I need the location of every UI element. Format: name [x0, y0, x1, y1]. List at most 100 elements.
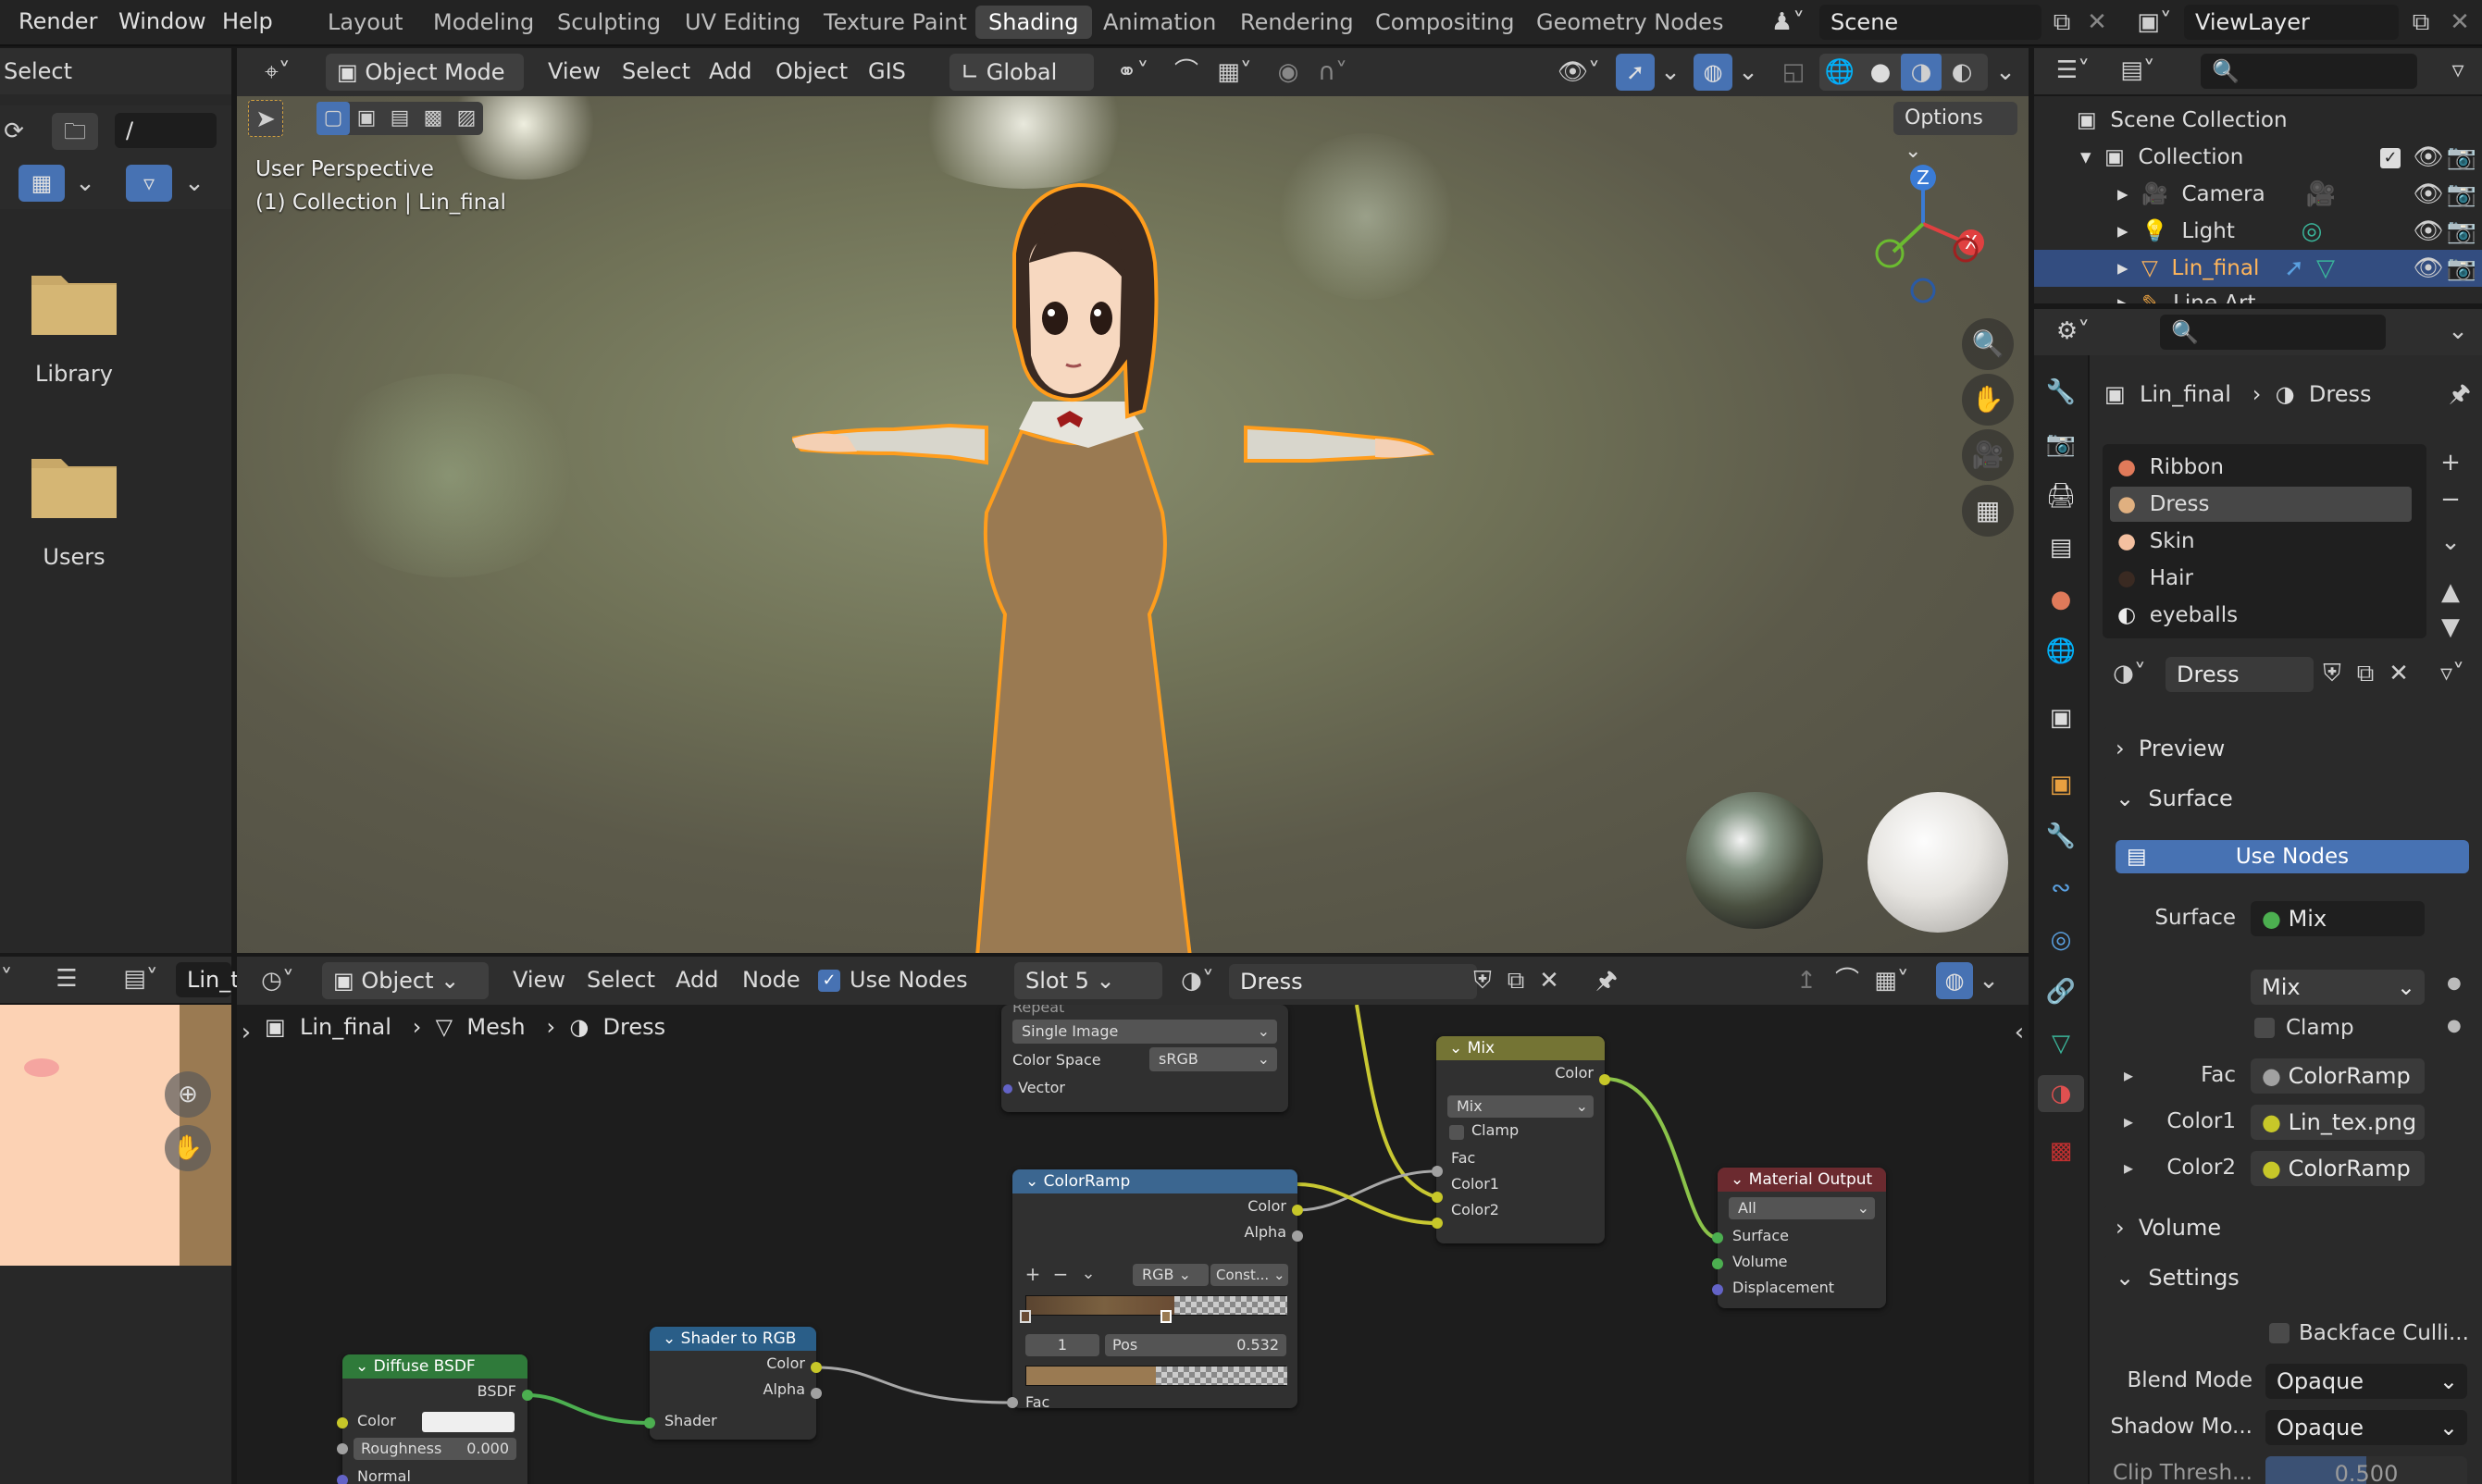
tab-animation[interactable]: Animation [1090, 6, 1229, 39]
slot-item[interactable]: ◐ eyeballs [2110, 598, 2412, 633]
delete-viewlayer-icon[interactable]: ✕ [2441, 4, 2478, 41]
blend-type-dropdown[interactable]: Mix ⌄ [1447, 1095, 1594, 1118]
mix-fac-socket[interactable] [1432, 1166, 1443, 1177]
eye-icon[interactable]: 👁 [2412, 213, 2445, 250]
backface-culling-checkbox[interactable] [2269, 1323, 2290, 1343]
wireframe-shading-icon[interactable]: 🌐 [1819, 54, 1860, 91]
orientation-dropdown[interactable]: ∟ Global ⌄ [949, 54, 1094, 122]
menu-view[interactable]: View [548, 48, 601, 94]
menu-render[interactable]: Render [19, 0, 97, 43]
folder-users[interactable]: Users [28, 450, 120, 570]
scene-selector-icon[interactable]: ♟˅ [1762, 4, 1814, 41]
perspective-grid-icon[interactable]: ▦ [1962, 485, 2014, 537]
gizmo-y-axis[interactable] [1875, 239, 1905, 268]
tab-sculpting[interactable]: Sculpting [544, 6, 674, 39]
light-data-icon[interactable]: ◎ [2293, 213, 2330, 250]
snap-icon[interactable]: ⌒ [1168, 54, 1205, 91]
output-tab-icon[interactable]: 🖨 [2042, 477, 2079, 514]
display-mode-icon[interactable]: ▤˅ [2112, 52, 2164, 89]
editor-type-icon[interactable]: ⌖˅ [252, 54, 304, 91]
collection-row[interactable]: ▾ ▣ Collection [2080, 141, 2243, 174]
world-tab-icon[interactable]: 🌐 [2042, 633, 2079, 670]
zoom-icon[interactable]: 🔍 [1962, 318, 2014, 370]
pan-hand-icon[interactable]: ✋ [165, 1125, 211, 1171]
mesh-data-icon[interactable]: ▽ [2310, 250, 2341, 287]
surface-link-field[interactable]: ● Mix [2251, 901, 2425, 936]
pan-hand-icon[interactable]: ✋ [1962, 374, 2014, 426]
object-tab-icon[interactable]: ▣ [2042, 766, 2079, 803]
character-model[interactable] [792, 179, 1440, 953]
active-stop-index[interactable]: 1 [1025, 1334, 1099, 1356]
tab-geometry-nodes[interactable]: Geometry Nodes [1523, 6, 1736, 39]
menu-node[interactable]: Node [742, 957, 800, 1003]
surface-panel-header[interactable]: ⌄ Surface [2103, 777, 2473, 820]
keyframe-dot-icon[interactable]: ● [2447, 1016, 2462, 1035]
texture-tab-icon[interactable]: ▩ [2042, 1132, 2079, 1169]
preview-panel-header[interactable]: › Preview [2103, 727, 2473, 770]
keyframe-dot-icon[interactable]: ● [2447, 973, 2462, 993]
delete-scene-icon[interactable]: ✕ [2080, 4, 2114, 41]
outliner-item-lin-final[interactable]: ▸ ▽ Lin_final ➚ ▽ 👁 📷 [2034, 250, 2482, 287]
gizmo-dropdown-icon[interactable]: ⌄ [1657, 54, 1684, 91]
navigation-gizmo[interactable]: Z X [1856, 161, 2004, 309]
blend-type-dropdown[interactable]: Mix ⌄ [2251, 970, 2425, 1005]
folder-library[interactable]: Library [28, 266, 120, 387]
menu-view[interactable]: View [513, 957, 565, 1003]
add-slot-icon[interactable]: + [2432, 444, 2469, 481]
volume-panel-header[interactable]: › Volume [2103, 1206, 2473, 1249]
exclude-checkbox[interactable]: ✓ [2380, 148, 2401, 168]
move-slot-up-icon[interactable]: ▲ [2432, 574, 2469, 611]
slot-item[interactable]: ● Skin [2110, 524, 2412, 559]
menu-object[interactable]: Object [776, 48, 848, 94]
link-dropdown-icon[interactable]: ▿˅ [2426, 655, 2478, 692]
editor-type-icon[interactable]: ☰˅ [2047, 52, 2099, 89]
tab-modeling[interactable]: Modeling [420, 6, 547, 39]
unlink-material-icon[interactable]: ✕ [2382, 655, 2415, 692]
blend-mode-dropdown[interactable]: Opaque ⌄ [2265, 1364, 2467, 1399]
particles-tab-icon[interactable]: ∾ [2042, 870, 2079, 907]
menu-add[interactable]: Add [709, 48, 751, 94]
mix-node[interactable]: ⌄ Mix Color Mix ⌄ Clamp Fac Color1 Color2 [1436, 1036, 1605, 1243]
viewlayer-icon[interactable]: ▣˅ [2128, 4, 2180, 41]
overlay-toggle-icon[interactable]: ◍ [1694, 54, 1732, 91]
output-surface-socket[interactable] [1712, 1232, 1723, 1243]
collection-tab-icon[interactable]: ▣ [2042, 699, 2079, 736]
shadow-mode-dropdown[interactable]: Opaque ⌄ [2265, 1410, 2467, 1445]
fake-user-shield-icon[interactable]: ⛨ [2315, 655, 2349, 692]
diffuse-bsdf-node[interactable]: ⌄ Diffuse BSDF BSDF Color Roughness 0.000… [342, 1354, 527, 1484]
menu-select[interactable]: Select [587, 957, 655, 1003]
camera-render-icon[interactable]: 📷 [2445, 176, 2478, 213]
select-subtract-icon[interactable]: ▤ [383, 102, 416, 135]
clip-threshold-slider[interactable]: 0.500 [2265, 1456, 2467, 1484]
camera-render-icon[interactable]: 📷 [2445, 250, 2478, 287]
node-editor-canvas[interactable]: › ‹ ▣ Lin_final › ▽ Mesh › ◑ Dress Repea… [237, 1005, 2029, 1484]
clamp-checkbox[interactable] [1449, 1125, 1464, 1140]
output-volume-socket[interactable] [1712, 1258, 1723, 1269]
render-tab-icon[interactable]: 📷 [2042, 426, 2079, 463]
interpolation-dropdown[interactable]: Const... ⌄ [1210, 1264, 1288, 1286]
material-browse-icon[interactable]: ◑˅ [2103, 655, 2156, 692]
slot-specials-icon[interactable]: ⌄ [2432, 524, 2469, 561]
select-intersect-icon[interactable]: ▨ [450, 102, 483, 135]
filter-dropdown-icon[interactable]: ⌄ [176, 165, 213, 202]
ramp-menu-icon[interactable]: ⌄ [1079, 1262, 1098, 1286]
duplicate-material-icon[interactable]: ⧉ [2349, 655, 2382, 692]
settings-panel-header[interactable]: ⌄ Settings [2103, 1256, 2473, 1299]
snap-icon[interactable]: ⌒ [1829, 962, 1866, 999]
camera-data-icon[interactable]: 🎥 [2302, 176, 2339, 213]
editor-type-icon[interactable]: ⚙˅ [2047, 313, 2099, 350]
pin-icon[interactable]: 🖈 [2441, 376, 2478, 413]
color-ramp-bar[interactable] [1025, 1295, 1287, 1316]
material-browse-icon[interactable]: ◑˅ [1172, 962, 1223, 999]
modifier-tab-icon[interactable]: 🔧 [2042, 818, 2079, 855]
colorramp-alpha-socket[interactable] [1292, 1230, 1303, 1242]
material-tab-icon[interactable]: ◑ [2038, 1075, 2084, 1112]
fake-user-shield-icon[interactable]: ⛨ [1466, 962, 1499, 999]
use-nodes-button[interactable]: ▤ Use Nodes [2116, 840, 2469, 873]
thumbnail-view-icon[interactable]: ▦ [19, 165, 65, 202]
tab-shading[interactable]: Shading [975, 6, 1092, 39]
overlay-toggle-icon[interactable]: ◍ [1936, 962, 1973, 999]
filter-icon[interactable]: ▿ [126, 165, 172, 202]
fac-link-field[interactable]: ● ColorRamp [2251, 1058, 2425, 1094]
solid-shading-icon[interactable]: ● [1860, 54, 1901, 91]
